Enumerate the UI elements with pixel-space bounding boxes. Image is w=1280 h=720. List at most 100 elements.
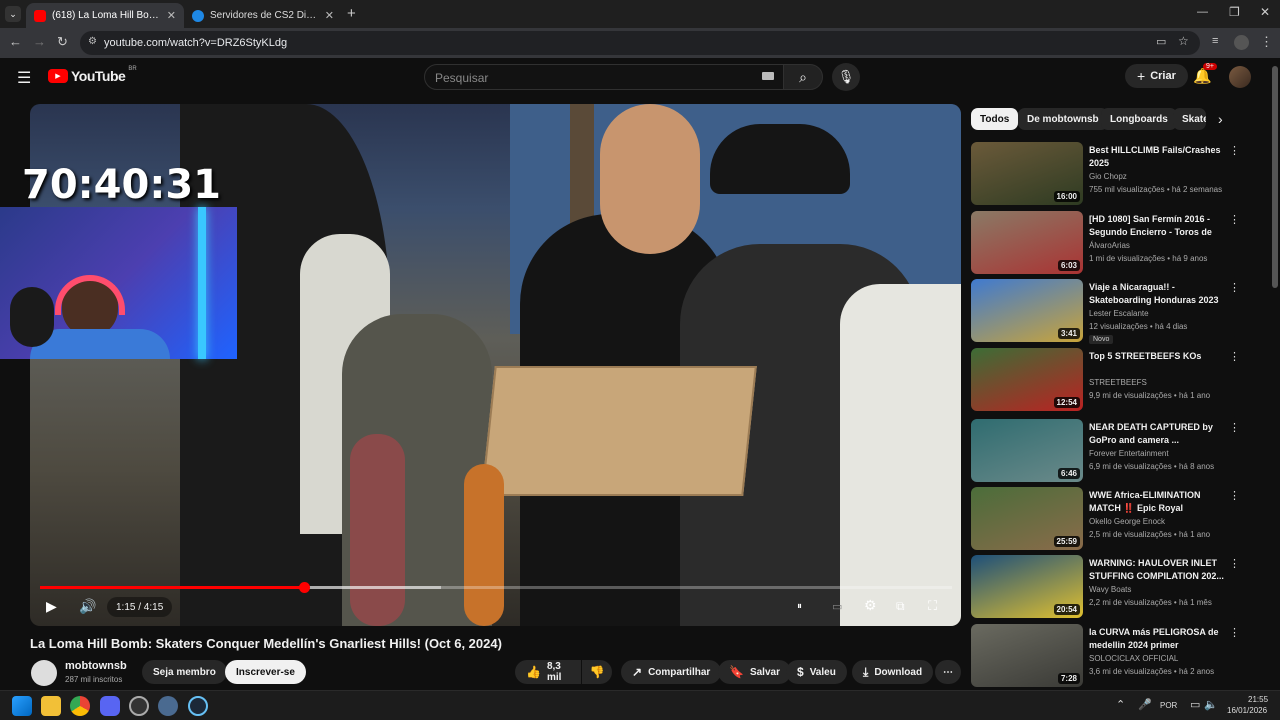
recommended-video[interactable]: 6:03 [HD 1080] San Fermín 2016 - Segundo…: [971, 211, 1241, 275]
recommended-video[interactable]: 7:28 la CURVA más PELIGROSA de medellin …: [971, 624, 1241, 688]
back-icon[interactable]: ←: [9, 34, 22, 49]
recommended-title[interactable]: [HD 1080] San Fermín 2016 - Segundo Enci…: [1089, 213, 1225, 239]
recommended-title[interactable]: WWE Africa-ELIMINATION MATCH ‼️ Epic Roy…: [1089, 489, 1225, 515]
browser-menu-icon[interactable]: ⋮: [1260, 34, 1273, 50]
close-window-icon[interactable]: ✕: [1260, 5, 1270, 19]
play-icon[interactable]: ▶: [46, 598, 57, 615]
channel-avatar[interactable]: [31, 660, 57, 686]
video-thumbnail[interactable]: 12:54: [971, 348, 1083, 411]
chip-from-channel[interactable]: De mobtownsb: [1018, 108, 1108, 130]
steam-icon[interactable]: [188, 696, 208, 716]
clock-date[interactable]: 16/01/2026: [1227, 706, 1267, 715]
more-actions-button[interactable]: ⋯: [935, 660, 961, 684]
tab-youtube[interactable]: (618) La Loma Hill Bomb: Skaters Conquer…: [26, 3, 184, 28]
chevron-right-icon[interactable]: ›: [1218, 111, 1223, 127]
chip-all[interactable]: Todos: [971, 108, 1019, 130]
youtube-logo[interactable]: ▶ YouTube BR: [48, 66, 137, 84]
minimize-icon[interactable]: —: [1197, 6, 1208, 18]
join-member-button[interactable]: Seja membro: [142, 660, 227, 684]
recommended-channel[interactable]: ÁlvaroArias: [1089, 241, 1130, 250]
language-indicator[interactable]: POR: [1160, 701, 1177, 710]
recommended-title[interactable]: WARNING: HAULOVER INLET STUFFING COMPILA…: [1089, 557, 1225, 583]
recommended-title[interactable]: Best HILLCLIMB Fails/Crashes 2025: [1089, 144, 1225, 170]
voice-search-button[interactable]: 🎙: [832, 63, 860, 91]
speaker-icon[interactable]: 🔈: [1204, 698, 1218, 711]
recommended-channel[interactable]: Okello George Enock: [1089, 517, 1165, 526]
close-tab-icon[interactable]: ✕: [167, 9, 176, 22]
hamburger-menu-icon[interactable]: ☰: [17, 68, 31, 88]
chrome-icon[interactable]: [70, 696, 90, 716]
video-thumbnail[interactable]: 20:54: [971, 555, 1083, 618]
recommended-channel[interactable]: STREETBEEFS: [1089, 378, 1147, 387]
keyboard-icon[interactable]: [762, 72, 774, 80]
new-tab-button[interactable]: +: [347, 5, 356, 22]
more-vertical-icon[interactable]: ⋮: [1229, 350, 1240, 363]
create-button[interactable]: + Criar: [1125, 64, 1188, 88]
recommended-channel[interactable]: Wavy Boats: [1089, 585, 1131, 594]
recommended-title[interactable]: Viaje a Nicaragua!! - Skateboarding Hond…: [1089, 281, 1225, 307]
captions-icon[interactable]: ▭: [832, 600, 842, 613]
search-button[interactable]: ⌕: [783, 64, 823, 90]
recommended-title[interactable]: Top 5 STREETBEEFS KOs: [1089, 350, 1225, 363]
recommended-channel[interactable]: SOLOCICLAX OFFICIAL: [1089, 654, 1178, 663]
recommended-title[interactable]: NEAR DEATH CAPTURED by GoPro and camera …: [1089, 421, 1225, 447]
notifications-button[interactable]: 🔔 9+: [1193, 63, 1217, 85]
chip-skate[interactable]: Skate: [1173, 108, 1206, 130]
maximize-icon[interactable]: ❐: [1229, 5, 1240, 19]
reload-icon[interactable]: ↻: [57, 34, 68, 50]
profile-avatar-icon[interactable]: [1234, 35, 1249, 50]
recommended-video[interactable]: 20:54 WARNING: HAULOVER INLET STUFFING C…: [971, 555, 1241, 619]
like-button[interactable]: 👍 8,3 mil: [515, 660, 581, 684]
recommended-video[interactable]: 16:00 Best HILLCLIMB Fails/Crashes 2025 …: [971, 142, 1241, 206]
scrollbar-thumb[interactable]: [1272, 66, 1278, 288]
url-bar[interactable]: ⚙ youtube.com/watch?v=DRZ6StyKLdg ▭ ☆: [80, 31, 1200, 55]
progress-bar[interactable]: [40, 582, 952, 593]
save-button[interactable]: 🔖 Salvar: [718, 660, 791, 684]
tab-cs2-servers[interactable]: Servidores de CS2 Disponíveis ✕: [184, 3, 342, 28]
video-thumbnail[interactable]: 3:41: [971, 279, 1083, 342]
network-icon[interactable]: ▭: [1190, 698, 1200, 711]
chip-longboards[interactable]: Longboards: [1101, 108, 1177, 130]
more-vertical-icon[interactable]: ⋮: [1229, 281, 1240, 294]
media-control-icon[interactable]: ≡: [1212, 35, 1218, 47]
volume-icon[interactable]: 🔊: [79, 598, 96, 615]
clock-time[interactable]: 21:55: [1248, 695, 1268, 704]
miniplayer-icon[interactable]: ⧉: [896, 599, 905, 614]
recommended-title[interactable]: la CURVA más PELIGROSA de medellin 2024 …: [1089, 626, 1225, 652]
app-icon[interactable]: [129, 696, 149, 716]
subscribe-button[interactable]: Inscrever-se: [225, 660, 306, 684]
more-vertical-icon[interactable]: ⋮: [1229, 557, 1240, 570]
dislike-button[interactable]: 👎: [582, 660, 612, 684]
more-vertical-icon[interactable]: ⋮: [1229, 421, 1240, 434]
more-vertical-icon[interactable]: ⋮: [1229, 144, 1240, 157]
search-input[interactable]: Pesquisar: [424, 64, 784, 90]
bookmark-star-icon[interactable]: ☆: [1178, 34, 1189, 48]
recommended-channel[interactable]: Gio Chopz: [1089, 172, 1127, 181]
recommended-video[interactable]: 25:59 WWE Africa-ELIMINATION MATCH ‼️ Ep…: [971, 487, 1241, 551]
recommended-video[interactable]: 3:41 Viaje a Nicaragua!! - Skateboarding…: [971, 279, 1241, 344]
windows-start-icon[interactable]: [12, 696, 32, 716]
close-tab-icon[interactable]: ✕: [325, 9, 334, 22]
video-thumbnail[interactable]: 6:46: [971, 419, 1083, 482]
recommended-channel[interactable]: Forever Entertainment: [1089, 449, 1169, 458]
video-thumbnail[interactable]: 6:03: [971, 211, 1083, 274]
fullscreen-icon[interactable]: ⛶: [928, 598, 937, 614]
forward-icon[interactable]: →: [33, 34, 46, 49]
thanks-button[interactable]: $ Valeu: [786, 660, 847, 684]
settings-icon[interactable]: [158, 696, 178, 716]
recommended-video[interactable]: 12:54 Top 5 STREETBEEFS KOs STREETBEEFS …: [971, 348, 1241, 412]
page-scrollbar[interactable]: [1270, 58, 1280, 690]
video-thumbnail[interactable]: 16:00: [971, 142, 1083, 205]
settings-gear-icon[interactable]: ⚙: [864, 597, 877, 614]
share-button[interactable]: ↗ Compartilhar: [621, 660, 722, 684]
pause-toggle-icon[interactable]: ⏸: [797, 601, 802, 612]
channel-name[interactable]: mobtownsb: [65, 660, 127, 672]
install-app-icon[interactable]: ▭: [1156, 35, 1166, 48]
download-button[interactable]: ⤓ Download: [852, 660, 934, 684]
site-info-icon[interactable]: ⚙: [88, 36, 97, 47]
more-vertical-icon[interactable]: ⋮: [1229, 213, 1240, 226]
tab-search-button[interactable]: ⌄: [5, 6, 21, 22]
video-thumbnail[interactable]: 25:59: [971, 487, 1083, 550]
more-vertical-icon[interactable]: ⋮: [1229, 489, 1240, 502]
more-vertical-icon[interactable]: ⋮: [1229, 626, 1240, 639]
